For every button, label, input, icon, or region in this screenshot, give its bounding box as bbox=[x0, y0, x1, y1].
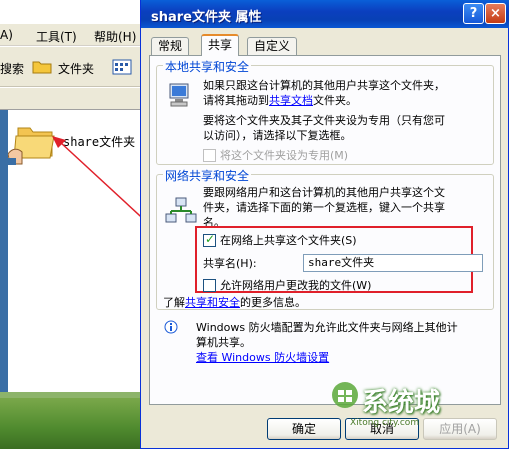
learn-more-text: 了解共享和安全的更多信息。 bbox=[163, 296, 306, 309]
watermark-logo-icon bbox=[330, 380, 360, 410]
search-button[interactable]: 搜索 bbox=[0, 60, 24, 77]
checkmark-icon: ✓ bbox=[205, 232, 216, 246]
tab-customize[interactable]: 自定义 bbox=[247, 37, 298, 55]
tab-strip: 常规 共享 自定义 bbox=[149, 34, 499, 56]
network-sharing-description: 要跟网络用户和这台计算机的其他用户共享这个文件夹，请选择下面的第一个复选框，键入… bbox=[203, 186, 445, 229]
help-button[interactable]: ? bbox=[463, 3, 484, 24]
apply-button[interactable]: 应用(A) bbox=[423, 418, 497, 440]
private-checkbox[interactable] bbox=[203, 149, 216, 162]
folders-button[interactable]: 文件夹 bbox=[58, 60, 94, 77]
folder-name[interactable]: share文件夹 bbox=[63, 133, 135, 150]
shared-folder-icon[interactable] bbox=[7, 122, 56, 166]
left-pane-edge bbox=[0, 110, 8, 400]
dialog-titlebar[interactable]: share文件夹 属性 ? × bbox=[141, 0, 509, 28]
share-name-label: 共享名(H): bbox=[203, 257, 257, 270]
firewall-settings-link[interactable]: 查看 Windows 防火墙设置 bbox=[196, 350, 329, 365]
local-sharing-title: 本地共享和安全 bbox=[163, 58, 252, 75]
share-name-input[interactable]: share文件夹 bbox=[303, 254, 483, 272]
tab-sharing[interactable]: 共享 bbox=[201, 34, 240, 56]
desktop-wallpaper bbox=[0, 398, 150, 449]
share-network-label: 在网络上共享这个文件夹(S) bbox=[220, 234, 357, 247]
allow-change-checkbox[interactable] bbox=[203, 279, 216, 292]
local-sharing-group: 本地共享和安全 如果只跟这台计算机的其他用户共享这个文件夹，请将其拖动到共享文档… bbox=[156, 58, 494, 165]
computer-icon bbox=[167, 82, 193, 108]
explorer-toolbar: 搜索 文件夹 bbox=[0, 47, 150, 87]
watermark-text: 系统城 bbox=[362, 388, 441, 418]
local-sharing-description: 如果只跟这台计算机的其他用户共享这个文件夹，请将其拖动到共享文档文件夹。 bbox=[203, 79, 445, 107]
network-icon bbox=[165, 197, 197, 225]
sharing-security-link[interactable]: 共享和安全 bbox=[185, 296, 240, 309]
network-sharing-title: 网络共享和安全 bbox=[163, 167, 252, 184]
menu-item-help[interactable]: 帮助(H) bbox=[94, 28, 136, 45]
sharing-panel: 本地共享和安全 如果只跟这台计算机的其他用户共享这个文件夹，请将其拖动到共享文档… bbox=[149, 55, 501, 405]
explorer-menubar: A) 工具(T) 帮助(H) bbox=[0, 24, 150, 46]
close-button[interactable]: × bbox=[485, 3, 506, 24]
firewall-description: Windows 防火墙配置为允许此文件夹与网络上其他计算机共享。 bbox=[196, 321, 458, 349]
share-network-checkbox[interactable]: ✓ bbox=[203, 232, 216, 247]
address-bar bbox=[0, 88, 150, 110]
private-checkbox-label: 将这个文件夹设为专用(M) bbox=[220, 149, 349, 162]
network-sharing-group: 网络共享和安全 要跟网络用户和这台计算机的其他用户共享这个文件夹，请选择下面的第… bbox=[156, 167, 494, 310]
info-icon bbox=[164, 320, 178, 334]
folders-icon[interactable] bbox=[32, 58, 52, 74]
tab-general[interactable]: 常规 bbox=[151, 37, 190, 55]
private-description: 要将这个文件夹及其子文件夹设为专用（只有您可以访问），请选择以下复选框。 bbox=[203, 114, 445, 142]
shared-documents-link[interactable]: 共享文档 bbox=[269, 94, 313, 107]
watermark-subtext: Xitong city.com bbox=[350, 418, 420, 428]
menu-item-partial[interactable]: A) bbox=[0, 28, 13, 42]
allow-change-label: 允许网络用户更改我的文件(W) bbox=[220, 279, 372, 292]
views-icon[interactable] bbox=[112, 58, 134, 76]
explorer-window: A) 工具(T) 帮助(H) 搜索 文件夹 share文件夹 bbox=[0, 0, 150, 449]
dialog-title: share文件夹 属性 bbox=[151, 10, 262, 25]
menu-item-tools[interactable]: 工具(T) bbox=[36, 28, 77, 45]
ok-button[interactable]: 确定 bbox=[267, 418, 341, 440]
properties-dialog: share文件夹 属性 ? × 常规 共享 自定义 本地共享和安全 如果只跟这台… bbox=[140, 0, 509, 449]
